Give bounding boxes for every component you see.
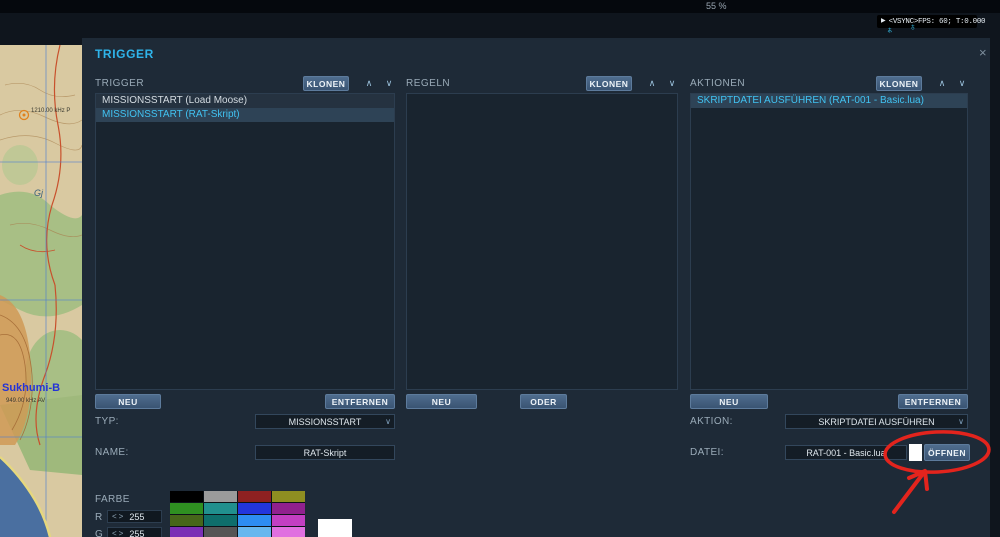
- actions-column-label: AKTIONEN: [690, 78, 746, 89]
- action-label: AKTION:: [690, 416, 733, 427]
- color-swatch[interactable]: [204, 503, 237, 514]
- name-label: NAME:: [95, 447, 129, 458]
- file-field-white-box: [909, 444, 922, 461]
- red-channel-value: 255: [129, 511, 145, 522]
- color-label: FARBE: [95, 494, 130, 505]
- file-label: DATEI:: [690, 447, 724, 458]
- top-bar-partial-text: 55 %: [706, 1, 727, 11]
- color-palette[interactable]: [170, 491, 305, 537]
- move-down-icon[interactable]: ∨: [956, 78, 968, 89]
- chevron-down-icon: ∨: [385, 417, 391, 426]
- actions-buttons-row: NEU ENTFERNEN: [690, 394, 968, 409]
- color-swatch[interactable]: [272, 527, 305, 537]
- stepper-decrease-icon[interactable]: <: [111, 528, 118, 537]
- green-channel-label: G: [95, 529, 103, 537]
- stepper-increase-icon[interactable]: >: [118, 511, 125, 522]
- rules-buttons-row: NEU ODER: [406, 394, 678, 409]
- actions-column-header: AKTIONEN KLONEN ∧ ∨: [690, 76, 968, 91]
- actions-list[interactable]: SKRIPTDATEI AUSFÜHREN (RAT-001 - Basic.l…: [690, 93, 968, 390]
- color-swatch[interactable]: [204, 491, 237, 502]
- color-swatch[interactable]: [272, 503, 305, 514]
- new-rule-button[interactable]: NEU: [406, 394, 477, 409]
- move-down-icon[interactable]: ∨: [666, 78, 678, 89]
- color-swatch[interactable]: [272, 515, 305, 526]
- color-swatch[interactable]: [238, 503, 271, 514]
- stepper-decrease-icon[interactable]: <: [111, 511, 118, 522]
- chevron-down-icon: ∨: [958, 417, 964, 426]
- weather-station-icon: ♁: [909, 22, 917, 33]
- color-swatch[interactable]: [204, 527, 237, 537]
- remove-trigger-button[interactable]: ENTFERNEN: [325, 394, 395, 409]
- move-up-icon[interactable]: ∧: [363, 78, 375, 89]
- map-canvas[interactable]: 1210.00 kHz P Gj Sukhumi-B 949.00 kHz AV: [0, 45, 82, 537]
- remove-action-button[interactable]: ENTFERNEN: [898, 394, 968, 409]
- trigger-column: TRIGGER KLONEN ∧ ∨ MISSIONSSTART (Load M…: [95, 76, 395, 409]
- action-dropdown-value: SKRIPTDATEI AUSFÜHREN: [818, 416, 935, 427]
- color-swatch[interactable]: [238, 527, 271, 537]
- clone-rule-button[interactable]: KLONEN: [586, 76, 632, 91]
- type-dropdown[interactable]: MISSIONSSTART ∨: [255, 414, 395, 429]
- trigger-panel: TRIGGER × TRIGGER KLONEN ∧ ∨ MISSIONSSTA…: [82, 38, 990, 537]
- action-dropdown[interactable]: SKRIPTDATEI AUSFÜHREN ∨: [785, 414, 968, 429]
- stepper-increase-icon[interactable]: >: [118, 528, 125, 537]
- clone-action-button[interactable]: KLONEN: [876, 76, 922, 91]
- file-input[interactable]: RAT-001 - Basic.lua: [785, 445, 907, 460]
- panel-title: TRIGGER: [95, 47, 154, 61]
- play-icon: ▶: [881, 18, 886, 24]
- rules-column-header: REGELN KLONEN ∧ ∨: [406, 76, 678, 91]
- move-down-icon[interactable]: ∨: [383, 78, 395, 89]
- map-beacon-frequency-label-2: 949.00 kHz AV: [6, 398, 46, 404]
- trigger-column-header: TRIGGER KLONEN ∧ ∨: [95, 76, 395, 91]
- color-swatch[interactable]: [170, 527, 203, 537]
- top-bar: 55 %: [0, 0, 1000, 13]
- or-rule-button[interactable]: ODER: [520, 394, 567, 409]
- clone-trigger-button[interactable]: KLONEN: [303, 76, 349, 91]
- red-channel-stepper[interactable]: < > 255: [107, 510, 162, 523]
- rules-column: REGELN KLONEN ∧ ∨ NEU ODER: [406, 76, 678, 409]
- rules-list[interactable]: [406, 93, 678, 390]
- open-file-button[interactable]: ÖFFNEN: [924, 444, 970, 461]
- new-trigger-button[interactable]: NEU: [95, 394, 161, 409]
- color-swatch[interactable]: [170, 491, 203, 502]
- fps-text: <VSYNC>FPS: 60; T:0.000: [888, 17, 986, 26]
- map-terrain: [0, 45, 82, 537]
- map-city-label: Sukhumi-B: [2, 382, 61, 394]
- rules-column-label: REGELN: [406, 78, 451, 89]
- type-label: TYP:: [95, 416, 119, 427]
- red-channel-label: R: [95, 512, 103, 523]
- trigger-list-item-selected[interactable]: MISSIONSSTART (RAT-Skript): [96, 108, 394, 122]
- close-icon[interactable]: ×: [979, 45, 987, 60]
- map-place-label: Gj: [34, 188, 43, 198]
- move-up-icon[interactable]: ∧: [646, 78, 658, 89]
- color-swatch[interactable]: [272, 491, 305, 502]
- green-channel-stepper[interactable]: < > 255: [107, 527, 162, 537]
- weather-trident-icon: ♆: [886, 24, 894, 35]
- color-swatch[interactable]: [204, 515, 237, 526]
- action-list-item-selected[interactable]: SKRIPTDATEI AUSFÜHREN (RAT-001 - Basic.l…: [691, 94, 967, 108]
- map-beacon-frequency-label: 1210.00 kHz P: [31, 108, 71, 114]
- color-swatch[interactable]: [238, 515, 271, 526]
- name-input[interactable]: RAT-Skript: [255, 445, 395, 460]
- color-swatch[interactable]: [170, 503, 203, 514]
- trigger-column-label: TRIGGER: [95, 78, 145, 89]
- trigger-list-item[interactable]: MISSIONSSTART (Load Moose): [96, 94, 394, 108]
- color-swatch[interactable]: [238, 491, 271, 502]
- move-up-icon[interactable]: ∧: [936, 78, 948, 89]
- color-preview-swatch: [318, 519, 352, 537]
- actions-column: AKTIONEN KLONEN ∧ ∨ SKRIPTDATEI AUSFÜHRE…: [690, 76, 968, 409]
- color-swatch[interactable]: [170, 515, 203, 526]
- new-action-button[interactable]: NEU: [690, 394, 768, 409]
- green-channel-value: 255: [129, 528, 145, 537]
- trigger-buttons-row: NEU ENTFERNEN: [95, 394, 395, 409]
- trigger-list[interactable]: MISSIONSSTART (Load Moose) MISSIONSSTART…: [95, 93, 395, 390]
- type-dropdown-value: MISSIONSSTART: [288, 416, 362, 427]
